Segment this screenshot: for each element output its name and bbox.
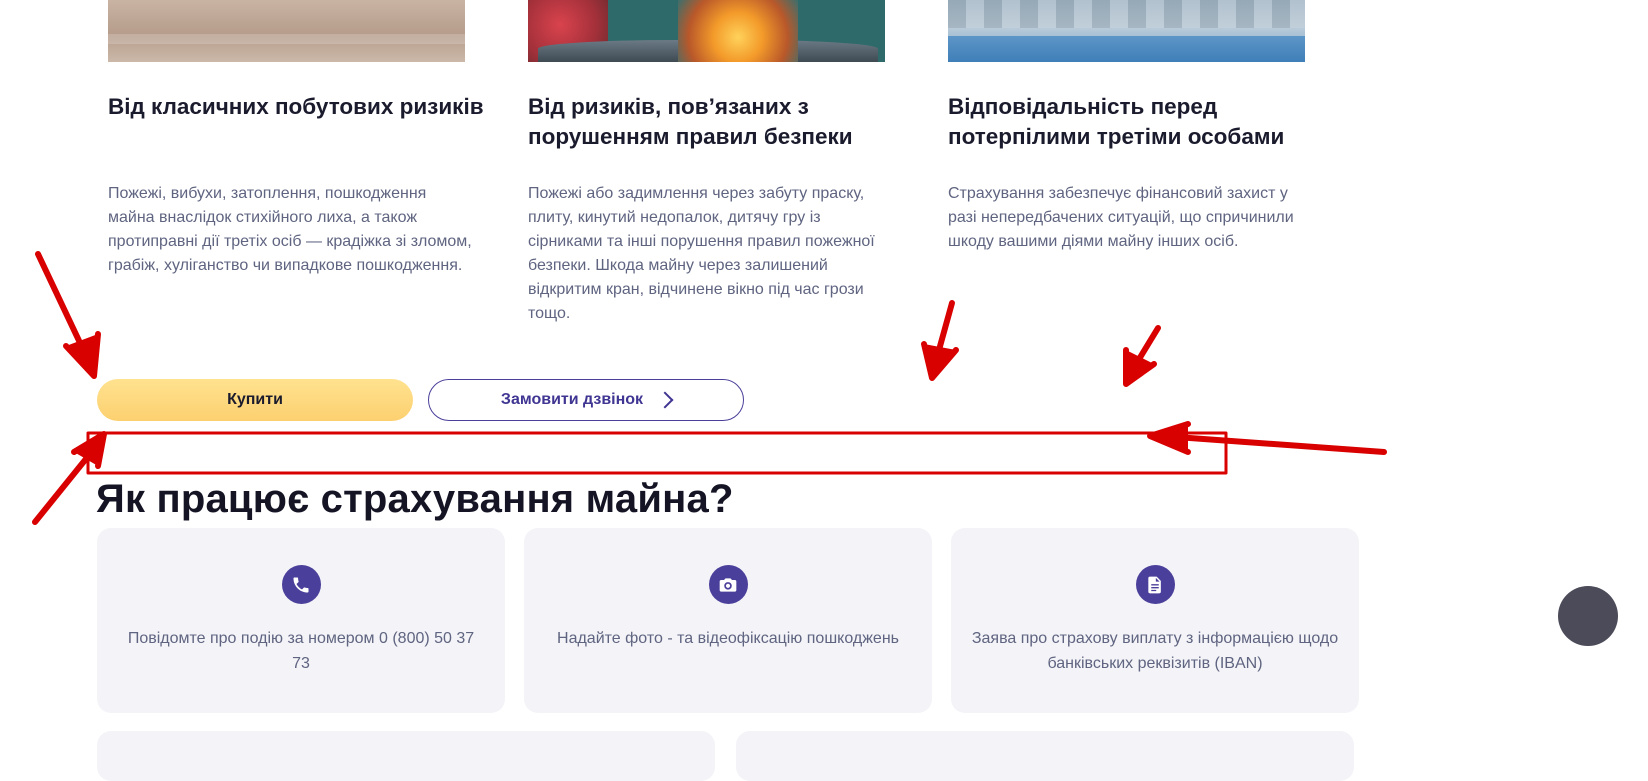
step-card-next-right: [736, 731, 1354, 781]
buy-button[interactable]: Купити: [97, 379, 413, 421]
step-card-report: Повідомте про подію за номером 0 (800) 5…: [97, 528, 505, 713]
step-card-next-left: [97, 731, 715, 781]
section-title-how-it-works: Як працює страхування майна?: [96, 477, 734, 521]
phone-icon: [281, 565, 321, 604]
step-text-report: Повідомте про подію за номером 0 (800) 5…: [127, 630, 475, 672]
card-image-household-risks: [108, 0, 465, 62]
step-text-photo: Надайте фото - та відеофіксацію пошкодже…: [557, 630, 899, 647]
card-text-safety-violations: Пожежі або задимлення через забуту праск…: [528, 185, 875, 322]
step-card-photo: Надайте фото - та відеофіксацію пошкодже…: [524, 528, 932, 713]
camera-icon: [708, 565, 748, 604]
document-icon: [1135, 565, 1175, 604]
card-title-household-risks: Від класичних побутових ризиків: [108, 94, 484, 119]
arrow-1: [35, 251, 93, 367]
chevron-right-icon: [656, 391, 674, 409]
highlight-box: [86, 431, 1228, 475]
request-call-button-label: Замовити дзвінок: [500, 391, 644, 408]
card-text-household-risks: Пожежі, вибухи, затоплення, пошкодження …: [108, 185, 472, 274]
request-call-button[interactable]: Замовити дзвінок: [428, 379, 744, 421]
arrow-2: [32, 441, 101, 525]
floating-chat-button[interactable]: [1558, 586, 1618, 646]
buy-button-label: Купити: [227, 391, 283, 408]
card-image-safety-violations: [528, 0, 885, 62]
card-text-third-party-liability: Страхування забезпечує фінансовий захист…: [948, 185, 1294, 250]
step-text-claim: Заява про страхову виплату з інформацією…: [971, 630, 1339, 672]
card-image-third-party-liability: [948, 0, 1305, 62]
arrow-4: [1127, 325, 1161, 377]
card-title-safety-violations: Від ризиків, пов’язаних з порушенням пра…: [528, 94, 853, 149]
step-card-claim: Заява про страхову виплату з інформацією…: [951, 528, 1359, 713]
arrow-5: [1159, 433, 1387, 455]
arrow-3: [931, 300, 955, 371]
card-title-third-party-liability: Відповідальність перед потерпілими треті…: [948, 94, 1285, 149]
